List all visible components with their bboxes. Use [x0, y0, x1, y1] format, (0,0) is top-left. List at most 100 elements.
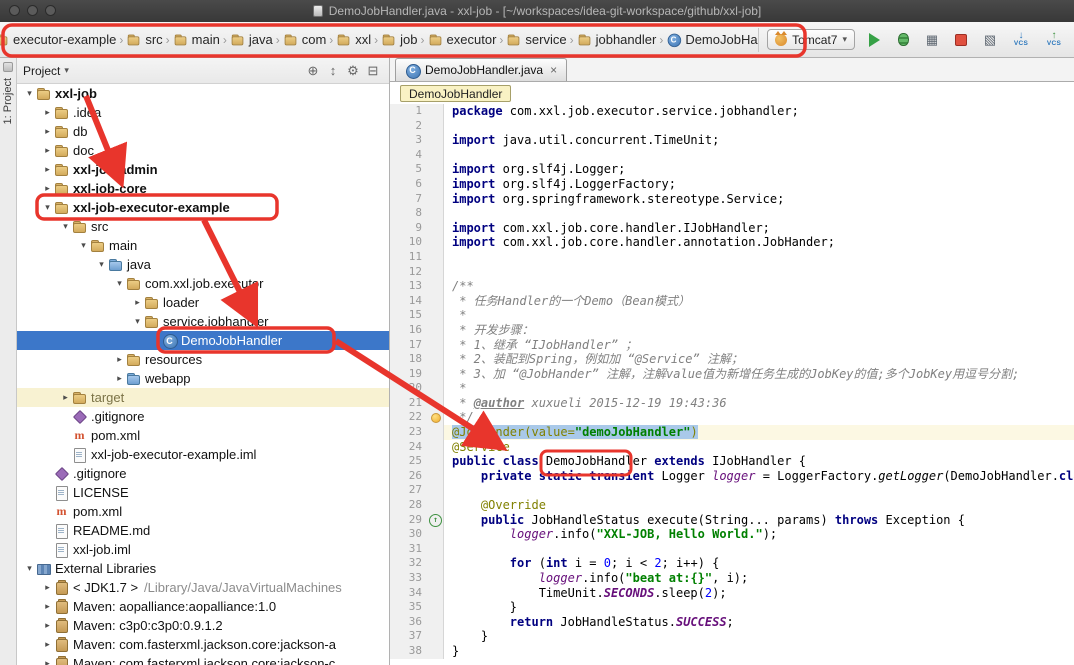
- chevron-down-icon[interactable]: ▾: [77, 240, 90, 251]
- close-button[interactable]: [9, 5, 20, 16]
- vcs-update-button[interactable]: ↓ VCS: [1009, 28, 1033, 52]
- code-line-8[interactable]: 8: [390, 206, 1074, 221]
- code-line-1[interactable]: 1package com.xxl.job.executor.service.jo…: [390, 104, 1074, 119]
- code-line-3[interactable]: 3import java.util.concurrent.TimeUnit;: [390, 133, 1074, 148]
- tree-item-external-libraries[interactable]: ▾External Libraries: [17, 559, 389, 578]
- chevron-right-icon[interactable]: ▸: [41, 183, 54, 194]
- code-line-13[interactable]: 13/**: [390, 279, 1074, 294]
- code-line-17[interactable]: 17 * 1、继承 “IJobHandler” ；: [390, 338, 1074, 353]
- breadcrumb-service[interactable]: service: [505, 30, 567, 49]
- chevron-right-icon[interactable]: ▸: [41, 107, 54, 118]
- coverage-button[interactable]: ▦: [922, 29, 942, 51]
- code-line-25[interactable]: 25public class DemoJobHandler extends IJ…: [390, 454, 1074, 469]
- chevron-right-icon[interactable]: ▸: [113, 373, 126, 384]
- tree-item-jdk1-7[interactable]: ▸< JDK1.7 >/Library/Java/JavaVirtualMach…: [17, 578, 389, 597]
- tree-item-service-jobhandler[interactable]: ▾service.jobhandler: [17, 312, 389, 331]
- tree-item-xxl-job-core[interactable]: ▸xxl-job-core: [17, 179, 389, 198]
- code-line-33[interactable]: 33 logger.info("beat at:{}", i);: [390, 571, 1074, 586]
- tree-item-webapp[interactable]: ▸webapp: [17, 369, 389, 388]
- code-line-27[interactable]: 27: [390, 483, 1074, 498]
- code-line-31[interactable]: 31: [390, 542, 1074, 557]
- editor-tab-demojobhandler[interactable]: DemoJobHandler.java ×: [395, 58, 567, 81]
- code-line-37[interactable]: 37 }: [390, 629, 1074, 644]
- code-line-4[interactable]: 4: [390, 148, 1074, 163]
- tree-item-pom-xml[interactable]: pom.xml: [17, 426, 389, 445]
- breadcrumb-demojobhandler[interactable]: DemoJobHandler: [665, 30, 758, 49]
- chevron-right-icon[interactable]: ▸: [131, 297, 144, 308]
- chevron-down-icon[interactable]: ▾: [64, 65, 69, 76]
- chevron-down-icon[interactable]: ▾: [131, 316, 144, 327]
- chevron-down-icon[interactable]: ▾: [23, 563, 36, 574]
- tree-item-main[interactable]: ▾main: [17, 236, 389, 255]
- tree-item-db[interactable]: ▸db: [17, 122, 389, 141]
- code-line-21[interactable]: 21 * @author xuxueli 2015-12-19 19:43:36: [390, 396, 1074, 411]
- tree-item-src[interactable]: ▾src: [17, 217, 389, 236]
- tool-window-icon[interactable]: [3, 62, 13, 72]
- bulb-icon[interactable]: [428, 410, 444, 425]
- code-line-34[interactable]: 34 TimeUnit.SECONDS.sleep(2);: [390, 586, 1074, 601]
- project-view-title[interactable]: Project: [23, 64, 60, 78]
- collapse-all-icon[interactable]: ⊟: [363, 63, 383, 79]
- run-config-selector[interactable]: Tomcat7 ▾: [767, 29, 855, 50]
- tree-item-gitignore[interactable]: .gitignore: [17, 407, 389, 426]
- chevron-down-icon[interactable]: ▾: [95, 259, 108, 270]
- stop-button[interactable]: [951, 29, 971, 51]
- chevron-right-icon[interactable]: ▸: [41, 582, 54, 593]
- chevron-down-icon[interactable]: ▾: [113, 278, 126, 289]
- code-line-35[interactable]: 35 }: [390, 600, 1074, 615]
- code-line-20[interactable]: 20 *: [390, 381, 1074, 396]
- code-line-15[interactable]: 15 *: [390, 308, 1074, 323]
- chevron-right-icon[interactable]: ▸: [59, 392, 72, 403]
- override-icon[interactable]: [428, 513, 444, 528]
- chevron-right-icon[interactable]: ▸: [41, 639, 54, 650]
- tree-item-doc[interactable]: ▸doc: [17, 141, 389, 160]
- tree-item-maven-c3p0-c3p0-0-9-1-2[interactable]: ▸Maven: c3p0:c3p0:0.9.1.2: [17, 616, 389, 635]
- code-line-12[interactable]: 12: [390, 265, 1074, 280]
- tree-item-target[interactable]: ▸target: [17, 388, 389, 407]
- breadcrumb-executor[interactable]: executor: [427, 30, 498, 49]
- breadcrumb-jobhandler[interactable]: jobhandler: [576, 30, 658, 49]
- tree-item-com-xxl-job-executor[interactable]: ▾com.xxl.job.executor: [17, 274, 389, 293]
- tree-item-xxl-job-iml[interactable]: xxl-job.iml: [17, 540, 389, 559]
- tree-item-idea[interactable]: ▸.idea: [17, 103, 389, 122]
- project-tool-window-button[interactable]: 1: Project: [2, 78, 14, 124]
- tree-item-java[interactable]: ▾java: [17, 255, 389, 274]
- settings-gear-icon[interactable]: ⚙: [343, 63, 363, 79]
- editor-breadcrumb-pill[interactable]: DemoJobHandler: [400, 85, 511, 102]
- tree-item-loader[interactable]: ▸loader: [17, 293, 389, 312]
- chevron-down-icon[interactable]: ▾: [23, 88, 36, 99]
- code-line-18[interactable]: 18 * 2、装配到Spring，例如加 “@Service” 注解；: [390, 352, 1074, 367]
- code-line-6[interactable]: 6import org.slf4j.LoggerFactory;: [390, 177, 1074, 192]
- locate-icon[interactable]: ⊕: [303, 63, 323, 79]
- breadcrumb-java[interactable]: java: [229, 30, 274, 49]
- tree-item-xxl-job[interactable]: ▾xxl-job: [17, 84, 389, 103]
- scroll-to-source-icon[interactable]: ↕: [323, 63, 343, 79]
- breadcrumb-xxl[interactable]: xxl: [335, 30, 372, 49]
- code-line-38[interactable]: 38}: [390, 644, 1074, 659]
- code-line-24[interactable]: 24@Service: [390, 440, 1074, 455]
- tree-item-xxl-job-executor-example-iml[interactable]: xxl-job-executor-example.iml: [17, 445, 389, 464]
- breadcrumb-executor-example[interactable]: executor-example: [0, 30, 117, 49]
- profiler-button[interactable]: ▧: [980, 29, 1000, 51]
- chevron-down-icon[interactable]: ▾: [41, 202, 54, 213]
- chevron-right-icon[interactable]: ▸: [41, 164, 54, 175]
- code-line-16[interactable]: 16 * 开发步骤：: [390, 323, 1074, 338]
- tree-item-xxl-job-admin[interactable]: ▸xxl-job-admin: [17, 160, 389, 179]
- tree-item-xxl-job-executor-example[interactable]: ▾xxl-job-executor-example: [17, 198, 389, 217]
- minimize-button[interactable]: [27, 5, 38, 16]
- tree-item-demojobhandler[interactable]: DemoJobHandler: [17, 331, 389, 350]
- code-line-36[interactable]: 36 return JobHandleStatus.SUCCESS;: [390, 615, 1074, 630]
- tree-item-maven-com-fasterxml-jackson-core-jackson-a[interactable]: ▸Maven: com.fasterxml.jackson.core:jacks…: [17, 635, 389, 654]
- code-line-30[interactable]: 30 logger.info("XXL-JOB, Hello World.");: [390, 527, 1074, 542]
- run-button[interactable]: [864, 29, 884, 51]
- zoom-button[interactable]: [45, 5, 56, 16]
- chevron-right-icon[interactable]: ▸: [41, 601, 54, 612]
- debug-button[interactable]: [893, 29, 913, 51]
- code-line-29[interactable]: 29 public JobHandleStatus execute(String…: [390, 513, 1074, 528]
- code-line-5[interactable]: 5import org.slf4j.Logger;: [390, 162, 1074, 177]
- chevron-right-icon[interactable]: ▸: [41, 620, 54, 631]
- tree-item-license[interactable]: LICENSE: [17, 483, 389, 502]
- code-line-7[interactable]: 7import org.springframework.stereotype.S…: [390, 192, 1074, 207]
- code-line-10[interactable]: 10import com.xxl.job.core.handler.annota…: [390, 235, 1074, 250]
- close-tab-icon[interactable]: ×: [550, 63, 557, 77]
